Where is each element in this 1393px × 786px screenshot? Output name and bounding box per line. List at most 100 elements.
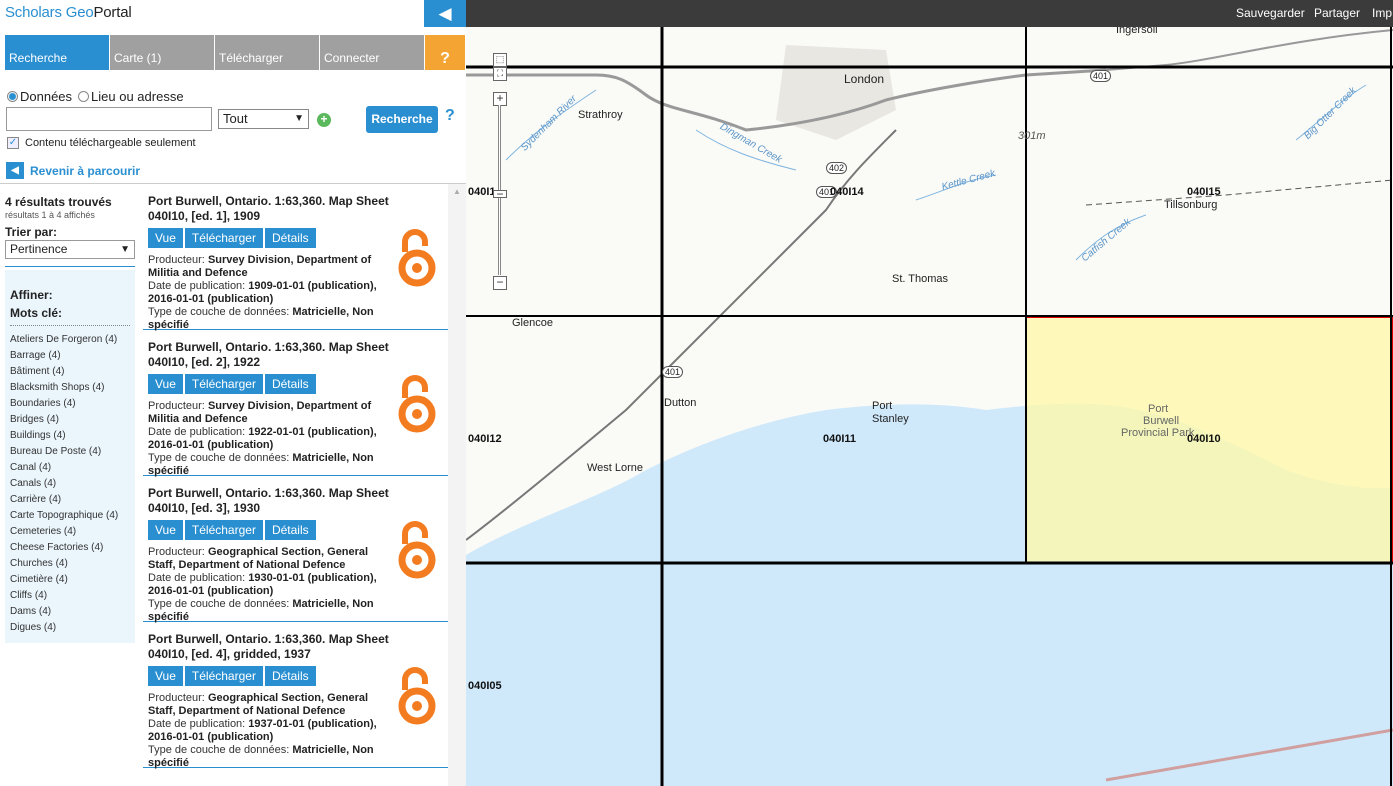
chevron-left-icon: ◀ — [6, 162, 24, 179]
keyword-item[interactable]: Digues (4) — [10, 622, 118, 638]
print-button[interactable]: Imp — [1372, 0, 1392, 27]
search-input[interactable] — [6, 107, 212, 131]
download-button[interactable]: Télécharger — [184, 520, 263, 540]
keyword-list: Ateliers De Forgeron (4) Barrage (4) Bât… — [10, 334, 118, 638]
type-label: Type de couche de données: — [148, 306, 290, 318]
share-button[interactable]: Partager — [1314, 0, 1360, 27]
sort-select[interactable]: Pertinence ▼ — [5, 240, 135, 259]
results-scrollbar[interactable]: ▲ — [448, 184, 466, 786]
producer-label: Producteur: — [148, 692, 205, 704]
result-title[interactable]: Port Burwell, Ontario. 1:63,360. Map She… — [148, 194, 418, 224]
keyword-item[interactable]: Cemeteries (4) — [10, 526, 118, 542]
tab-search[interactable]: Recherche — [5, 35, 109, 70]
download-button[interactable]: Télécharger — [184, 228, 263, 248]
keyword-item[interactable]: Blacksmith Shops (4) — [10, 382, 118, 398]
keyword-item[interactable]: Churches (4) — [10, 558, 118, 574]
zoom-out-button[interactable]: − — [493, 276, 507, 290]
tab-map[interactable]: Carte (1) — [110, 35, 214, 70]
keyword-item[interactable]: Bureau De Poste (4) — [10, 446, 118, 462]
save-button[interactable]: Sauvegarder — [1236, 0, 1305, 27]
place-label: Strathroy — [578, 109, 623, 121]
add-filter-icon[interactable]: + — [317, 113, 331, 127]
download-button[interactable]: Télécharger — [184, 374, 263, 394]
type-select[interactable]: Tout ▼ — [218, 109, 309, 129]
keyword-item[interactable]: Carte Topographique (4) — [10, 510, 118, 526]
keyword-item[interactable]: Carrière (4) — [10, 494, 118, 510]
details-button[interactable]: Détails — [264, 228, 316, 248]
dropdown-arrow-icon: ▼ — [294, 113, 304, 124]
keyword-item[interactable]: Dams (4) — [10, 606, 118, 622]
radio-data[interactable] — [7, 91, 18, 102]
type-label: Type de couche de données: — [148, 598, 290, 610]
result-title[interactable]: Port Burwell, Ontario. 1:63,360. Map She… — [148, 486, 418, 516]
downloadable-only-option[interactable]: ✓ Contenu téléchargeable seulement — [7, 137, 196, 149]
divider — [5, 266, 135, 267]
tile-label: 040I14 — [830, 186, 864, 198]
keyword-item[interactable]: Bridges (4) — [10, 414, 118, 430]
zoom-control: ⬚ ⛶ + − − — [490, 50, 508, 298]
radio-place[interactable] — [78, 91, 90, 102]
type-label: Type de couche de données: — [148, 744, 290, 756]
keyword-item[interactable]: Bâtiment (4) — [10, 366, 118, 382]
collapse-panel-button[interactable]: ◀ — [424, 0, 466, 27]
map-view[interactable]: Ingersoll London Strathroy Tillsonburg S… — [466, 0, 1393, 786]
view-button[interactable]: Vue — [148, 374, 183, 394]
tab-help[interactable]: ? — [425, 35, 465, 70]
type-label: Type de couche de données: — [148, 452, 290, 464]
back-to-browse-link[interactable]: ◀ Revenir à parcourir — [6, 162, 140, 179]
keyword-item[interactable]: Cimetière (4) — [10, 574, 118, 590]
details-button[interactable]: Détails — [264, 374, 316, 394]
tab-connect[interactable]: Connecter — [320, 35, 424, 70]
zoom-in-button[interactable]: + — [493, 92, 507, 106]
keyword-item[interactable]: Canal (4) — [10, 462, 118, 478]
results-shown: résultats 1 à 4 affichés — [5, 210, 95, 220]
sort-value: Pertinence — [10, 242, 68, 256]
result-meta: Producteur: Survey Division, Department … — [148, 254, 393, 332]
keyword-item[interactable]: Boundaries (4) — [10, 398, 118, 414]
place-label: Provincial Park — [1121, 427, 1195, 439]
keyword-item[interactable]: Ateliers De Forgeron (4) — [10, 334, 118, 350]
place-label: Dutton — [664, 397, 697, 409]
logo: Scholars GeoPortal — [5, 4, 132, 21]
tile-label: 040I11 — [823, 433, 857, 445]
result-item: Port Burwell, Ontario. 1:63,360. Map She… — [143, 330, 448, 477]
box-zoom-icon[interactable]: ⬚ — [493, 53, 507, 67]
search-button[interactable]: Recherche — [366, 106, 438, 133]
type-select-value: Tout — [223, 111, 248, 126]
highway-shield: 402 — [826, 162, 848, 174]
result-title[interactable]: Port Burwell, Ontario. 1:63,360. Map She… — [148, 632, 418, 662]
downloadable-only-label: Contenu téléchargeable seulement — [25, 137, 196, 149]
keyword-item[interactable]: Cheese Factories (4) — [10, 542, 118, 558]
details-button[interactable]: Détails — [264, 666, 316, 686]
tile-label: 040I15 — [1187, 186, 1221, 198]
scroll-up-icon[interactable]: ▲ — [453, 187, 461, 196]
checkbox-icon[interactable]: ✓ — [7, 137, 19, 149]
place-label: Port — [872, 400, 893, 412]
keyword-item[interactable]: Cliffs (4) — [10, 590, 118, 606]
help-icon[interactable]: ? — [445, 107, 455, 125]
tab-download[interactable]: Télécharger — [215, 35, 319, 70]
view-button[interactable]: Vue — [148, 666, 183, 686]
radio-data-label: Données — [20, 89, 73, 104]
result-title[interactable]: Port Burwell, Ontario. 1:63,360. Map She… — [148, 340, 418, 370]
producer-label: Producteur: — [148, 254, 205, 266]
view-button[interactable]: Vue — [148, 228, 183, 248]
highway-shield: 401 — [662, 366, 684, 378]
view-button[interactable]: Vue — [148, 520, 183, 540]
elevation-label: 301m — [1018, 130, 1046, 142]
keyword-item[interactable]: Buildings (4) — [10, 430, 118, 446]
result-count: 4 résultats trouvés — [5, 195, 112, 209]
tile-label: 040I12 — [468, 433, 502, 445]
details-button[interactable]: Détails — [264, 520, 316, 540]
full-extent-icon[interactable]: ⛶ — [493, 67, 507, 81]
result-item: Port Burwell, Ontario. 1:63,360. Map She… — [143, 476, 448, 623]
sort-label: Trier par: — [5, 225, 58, 239]
keyword-item[interactable]: Barrage (4) — [10, 350, 118, 366]
app: Scholars GeoPortal ◀ Recherche Carte (1)… — [0, 0, 1393, 786]
date-label: Date de publication: — [148, 572, 246, 584]
keyword-item[interactable]: Canals (4) — [10, 478, 118, 494]
download-button[interactable]: Télécharger — [184, 666, 263, 686]
zoom-slider-handle[interactable]: − — [493, 188, 507, 200]
place-label: Port — [1148, 403, 1169, 415]
back-to-browse-label: Revenir à parcourir — [30, 163, 141, 178]
